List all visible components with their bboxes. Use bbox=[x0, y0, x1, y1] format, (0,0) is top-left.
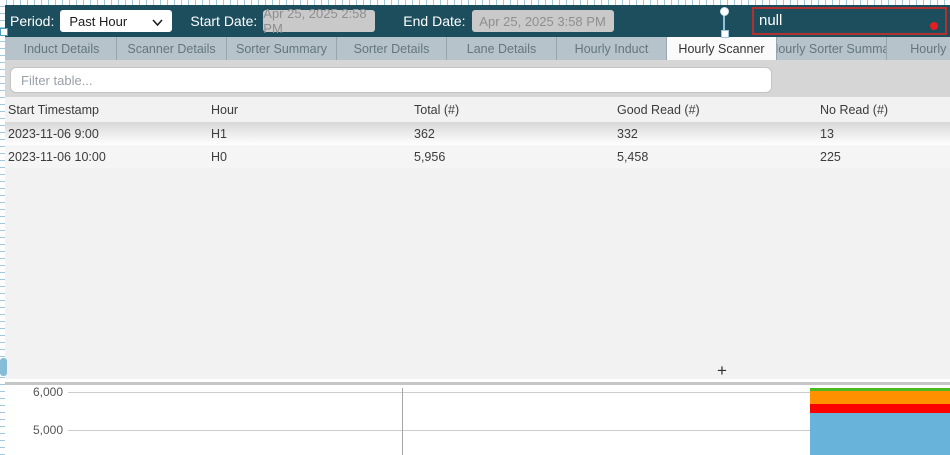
period-label: Period: bbox=[10, 13, 54, 29]
ruler-top bbox=[0, 0, 950, 5]
table-header-row: Start Timestamp Hour Total (#) Good Read… bbox=[0, 97, 950, 122]
table-row[interactable]: 2023-11-06 9:00 H1 362 332 13 bbox=[0, 122, 950, 145]
red-indicator-dot bbox=[930, 22, 938, 30]
column-header-no-read[interactable]: No Read (#) bbox=[820, 103, 950, 117]
end-date-input[interactable]: Apr 25, 2025 3:58 PM bbox=[472, 10, 614, 32]
category-divider-line bbox=[402, 388, 403, 455]
cell-hour: H0 bbox=[211, 150, 414, 164]
period-select-value: Past Hour bbox=[69, 14, 127, 29]
tab-hourly-scanner[interactable]: Hourly Scanner bbox=[667, 37, 777, 60]
ruler-left bbox=[0, 0, 5, 455]
y-axis-tick-5000: 5,000 bbox=[5, 423, 63, 437]
chevron-down-icon bbox=[152, 14, 163, 29]
ruler-handle-pill[interactable] bbox=[0, 358, 7, 376]
annotation-handle-circle[interactable] bbox=[720, 7, 729, 16]
y-axis-tick-6000: 6,000 bbox=[5, 385, 63, 399]
tab-sorter-details[interactable]: Sorter Details bbox=[337, 37, 447, 60]
tab-bar: Induct Details Scanner Details Sorter Su… bbox=[0, 37, 950, 60]
table-row[interactable]: 2023-11-06 10:00 H0 5,956 5,458 225 bbox=[0, 145, 950, 168]
tab-hourly-sorter-details[interactable]: Hourly Sort bbox=[887, 37, 950, 60]
period-select[interactable]: Past Hour bbox=[60, 10, 172, 32]
column-header-total[interactable]: Total (#) bbox=[414, 103, 617, 117]
filter-band bbox=[0, 60, 950, 97]
cell-no-read: 13 bbox=[820, 127, 950, 141]
column-header-good-read[interactable]: Good Read (#) bbox=[617, 103, 820, 117]
cell-no-read: 225 bbox=[820, 150, 950, 164]
annotation-handle-square[interactable] bbox=[721, 30, 729, 38]
cell-total: 5,956 bbox=[414, 150, 617, 164]
cell-start-timestamp: 2023-11-06 9:00 bbox=[8, 127, 211, 141]
end-date-label: End Date: bbox=[403, 13, 465, 29]
hourly-scanner-chart: 6,000 5,000 bbox=[0, 385, 950, 455]
cell-start-timestamp: 2023-11-06 10:00 bbox=[8, 150, 211, 164]
cell-hour: H1 bbox=[211, 127, 414, 141]
ruler-handle-square[interactable] bbox=[0, 28, 8, 36]
tab-hourly-induct[interactable]: Hourly Induct bbox=[557, 37, 667, 60]
tab-lane-details[interactable]: Lane Details bbox=[447, 37, 557, 60]
table-empty-area bbox=[0, 168, 950, 379]
bar-segment-series_blue bbox=[810, 413, 950, 455]
bar-segment-series_red bbox=[810, 404, 950, 413]
column-header-start-timestamp[interactable]: Start Timestamp bbox=[8, 103, 211, 117]
plus-icon[interactable]: + bbox=[717, 361, 727, 381]
cell-good-read: 332 bbox=[617, 127, 820, 141]
app-root: Period: Past Hour Start Date: Apr 25, 20… bbox=[0, 0, 950, 455]
column-header-hour[interactable]: Hour bbox=[211, 103, 414, 117]
tab-sorter-summary[interactable]: Sorter Summary bbox=[227, 37, 337, 60]
start-date-input[interactable]: Apr 25, 2025 2:58 PM bbox=[263, 10, 375, 32]
filter-table-input[interactable] bbox=[10, 67, 772, 93]
tab-scanner-details[interactable]: Scanner Details bbox=[117, 37, 227, 60]
tab-hourly-sorter-summary[interactable]: Hourly Sorter Summar bbox=[777, 37, 887, 60]
cell-good-read: 5,458 bbox=[617, 150, 820, 164]
stacked-bar[interactable] bbox=[810, 388, 950, 455]
tab-induct-details[interactable]: Induct Details bbox=[7, 37, 117, 60]
bar-segment-series_orange bbox=[810, 391, 950, 404]
overlay-null-input[interactable]: null bbox=[752, 7, 947, 35]
cell-total: 362 bbox=[414, 127, 617, 141]
start-date-label: Start Date: bbox=[190, 13, 257, 29]
